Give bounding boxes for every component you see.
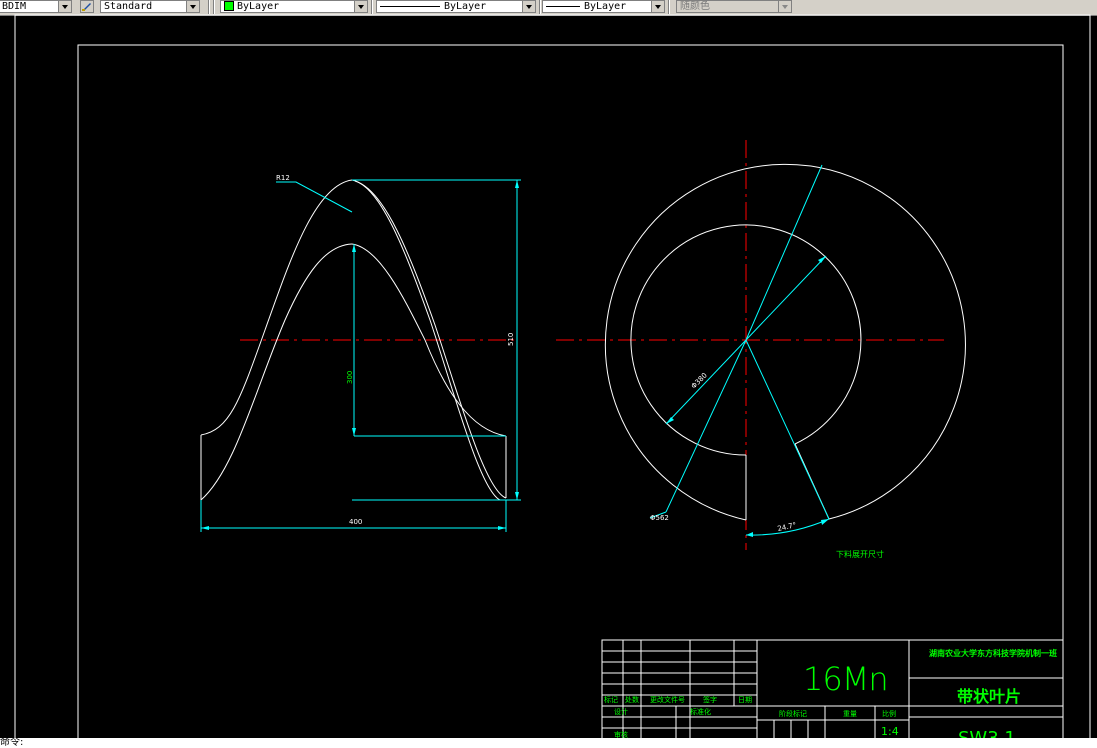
angle-label: 24.7° [777,521,797,533]
outer-arc [604,163,966,521]
diameter-line-inner [665,339,747,425]
arrow-icon [498,526,506,530]
label-change-doc: 更改文件号 [650,695,685,704]
radius-line [745,164,823,341]
arrow-icon [352,428,356,436]
blade-inner-curve [200,243,353,501]
part-name: 带状叶片 [957,687,1021,706]
blade-outer-curve [200,179,353,436]
page-outer-border [14,14,1091,748]
drawing-canvas[interactable]: R12 510 300 400 Φ380 Φ562 24.7° 下料展开尺寸 1… [0,0,1097,748]
width-dimension-label: 400 [349,518,362,526]
label-mark: 标记 [604,695,618,704]
side-view [200,179,521,532]
leader-line [276,181,353,213]
label-design: 设计 [614,707,628,716]
radius-line [745,255,827,341]
label-weight: 重量 [843,710,857,718]
inner-diameter-label: Φ380 [690,371,709,390]
radius-label: R12 [276,174,290,182]
material-label: 16Mn [803,660,888,698]
diameter-line-outer [665,339,747,513]
school-name: 湖南农业大学东方科技学院机制一班 [929,648,1057,658]
label-standardize: 标准化 [690,707,711,716]
inner-height-dimension-label: 300 [346,371,354,384]
arrow-icon [666,417,674,424]
arrow-icon [818,256,826,263]
arrow-icon [201,526,209,530]
command-prompt: 命令: [0,738,24,748]
arrow-icon [515,492,519,500]
sector-line [745,339,830,520]
label-signature: 签字 [703,695,717,704]
command-line[interactable]: 命令: [0,738,1097,748]
scale-value: 1:4 [881,725,899,738]
arrow-icon [746,532,753,537]
drawing-note: 下料展开尺寸 [836,549,884,559]
label-date: 日期 [738,696,752,704]
outer-diameter-label: Φ562 [650,514,669,522]
height-dimension-label: 510 [507,333,515,346]
page-inner-border [77,44,1064,748]
arrow-icon [821,519,829,525]
label-count: 处数 [625,695,639,704]
arrow-icon [515,180,519,188]
top-view [556,140,966,550]
label-ratio: 比例 [882,709,896,718]
label-stage-mark: 阶段标记 [779,709,807,718]
